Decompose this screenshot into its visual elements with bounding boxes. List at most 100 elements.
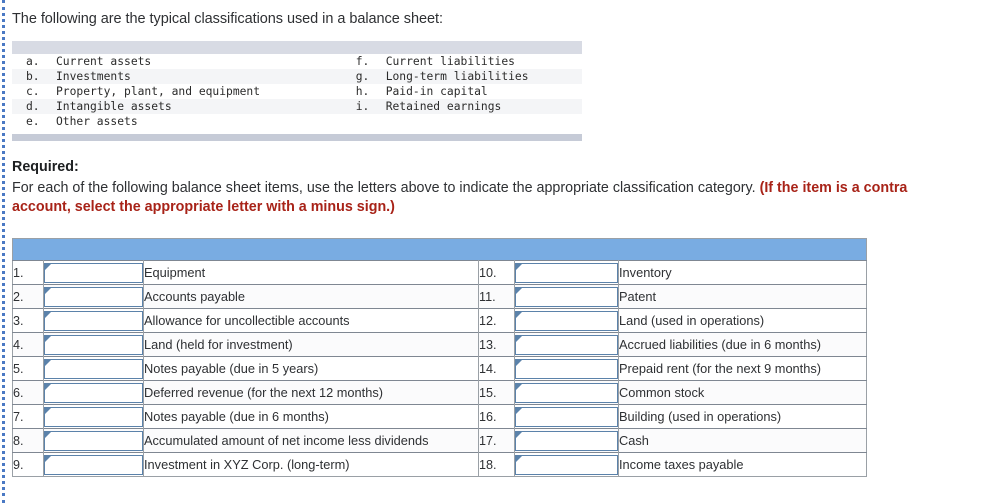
item-description: Patent bbox=[618, 284, 867, 309]
row-number: 10. bbox=[478, 260, 515, 285]
cell-marker-triangle-icon bbox=[516, 287, 522, 294]
answer-input-cell[interactable] bbox=[43, 284, 144, 309]
answer-dropdown-input[interactable] bbox=[515, 334, 618, 355]
legend-item-label: Current liabilities bbox=[385, 55, 515, 68]
row-number: 5. bbox=[12, 356, 44, 381]
item-description: Cash bbox=[618, 428, 867, 453]
row-number: 8. bbox=[12, 428, 44, 453]
answer-dropdown-input[interactable] bbox=[515, 310, 618, 331]
worksheet-page: The following are the typical classifica… bbox=[12, 0, 970, 477]
row-number: 11. bbox=[478, 284, 515, 309]
legend-row: e. Other assets bbox=[12, 114, 582, 129]
cell-marker-triangle-icon bbox=[45, 383, 51, 390]
answer-dropdown-input[interactable] bbox=[515, 382, 618, 403]
legend-bottom-band bbox=[12, 134, 582, 141]
answer-input-cell[interactable] bbox=[514, 260, 619, 285]
answer-input-cell[interactable] bbox=[43, 428, 144, 453]
legend-item-letter: f. bbox=[355, 55, 370, 68]
answer-dropdown-input[interactable] bbox=[515, 406, 618, 427]
table-row: 3. Allowance for uncollectible accounts 12… bbox=[12, 308, 867, 333]
item-description: Investment in XYZ Corp. (long-term) bbox=[143, 452, 479, 477]
item-description: Income taxes payable bbox=[618, 452, 867, 477]
legend-item-right: f. Current liabilities bbox=[356, 54, 582, 69]
legend-item-left: a. Current assets bbox=[12, 54, 356, 69]
answer-dropdown-input[interactable] bbox=[515, 430, 618, 451]
answer-dropdown-input[interactable] bbox=[515, 358, 618, 379]
legend-item-label: Investments bbox=[56, 70, 131, 83]
answer-input-cell[interactable] bbox=[43, 260, 144, 285]
item-description: Inventory bbox=[618, 260, 867, 285]
cell-marker-triangle-icon bbox=[45, 311, 51, 318]
answer-dropdown-input[interactable] bbox=[515, 454, 618, 475]
row-number: 7. bbox=[12, 404, 44, 429]
answer-dropdown-input[interactable] bbox=[44, 406, 143, 427]
page-left-dotted-rule bbox=[2, 0, 5, 503]
legend-item-letter: b. bbox=[26, 70, 40, 83]
legend-item-letter: e. bbox=[26, 115, 40, 128]
cell-marker-triangle-icon bbox=[45, 359, 51, 366]
answer-dropdown-input[interactable] bbox=[44, 454, 143, 475]
legend-item-right: h. Paid-in capital bbox=[356, 84, 582, 99]
legend-item-letter: h. bbox=[355, 85, 370, 98]
legend-row: c. Property, plant, and equipment h. Paid-i… bbox=[12, 84, 582, 99]
answer-input-cell[interactable] bbox=[43, 308, 144, 333]
answer-input-cell[interactable] bbox=[514, 356, 619, 381]
answer-dropdown-input[interactable] bbox=[515, 262, 618, 283]
answer-input-cell[interactable] bbox=[43, 452, 144, 477]
cell-marker-triangle-icon bbox=[45, 287, 51, 294]
legend-item-label: Other assets bbox=[56, 115, 138, 128]
item-description: Equipment bbox=[143, 260, 479, 285]
row-number: 1. bbox=[12, 260, 44, 285]
answer-input-cell[interactable] bbox=[514, 308, 619, 333]
answer-dropdown-input[interactable] bbox=[44, 430, 143, 451]
legend-row: d. Intangible assets i. Retained earnings bbox=[12, 99, 582, 114]
cell-marker-triangle-icon bbox=[45, 455, 51, 462]
answer-dropdown-input[interactable] bbox=[44, 262, 143, 283]
item-description: Deferred revenue (for the next 12 months… bbox=[143, 380, 479, 405]
answer-input-cell[interactable] bbox=[43, 356, 144, 381]
cell-marker-triangle-icon bbox=[516, 455, 522, 462]
answer-dropdown-input[interactable] bbox=[44, 334, 143, 355]
answer-input-cell[interactable] bbox=[514, 284, 619, 309]
item-description: Common stock bbox=[618, 380, 867, 405]
row-number: 14. bbox=[478, 356, 515, 381]
cell-marker-triangle-icon bbox=[516, 383, 522, 390]
cell-marker-triangle-icon bbox=[45, 431, 51, 438]
answer-input-cell[interactable] bbox=[514, 380, 619, 405]
answer-input-cell[interactable] bbox=[514, 404, 619, 429]
answer-dropdown-input[interactable] bbox=[44, 286, 143, 307]
legend-item-letter: d. bbox=[26, 100, 40, 113]
row-number: 13. bbox=[478, 332, 515, 357]
answer-dropdown-input[interactable] bbox=[44, 358, 143, 379]
page-intro-text: The following are the typical classifica… bbox=[12, 11, 443, 27]
legend-item-left: b. Investments bbox=[12, 69, 356, 84]
table-row: 7. Notes payable (due in 6 months) 16. Buil… bbox=[12, 404, 867, 429]
answer-input-cell[interactable] bbox=[514, 428, 619, 453]
legend-item-label: Paid-in capital bbox=[385, 85, 488, 98]
answer-dropdown-input[interactable] bbox=[44, 382, 143, 403]
table-row: 5. Notes payable (due in 5 years) 14. Prepa… bbox=[12, 356, 867, 381]
legend-item-right: i. Retained earnings bbox=[356, 99, 582, 114]
legend-item-letter: i. bbox=[355, 100, 370, 113]
answer-input-cell[interactable] bbox=[514, 332, 619, 357]
answer-input-cell[interactable] bbox=[43, 404, 144, 429]
item-description: Prepaid rent (for the next 9 months) bbox=[618, 356, 867, 381]
answer-table-header-bar bbox=[12, 238, 867, 261]
item-description: Land (used in operations) bbox=[618, 308, 867, 333]
legend-item-left: c. Property, plant, and equipment bbox=[12, 84, 356, 99]
legend-item-left: e. Other assets bbox=[12, 114, 356, 129]
answer-input-cell[interactable] bbox=[43, 332, 144, 357]
item-description: Allowance for uncollectible accounts bbox=[143, 308, 479, 333]
legend-grid: a. Current assets f. Current liabilities b. I… bbox=[12, 54, 582, 129]
answer-input-cell[interactable] bbox=[514, 452, 619, 477]
answer-dropdown-input[interactable] bbox=[44, 310, 143, 331]
cell-marker-triangle-icon bbox=[516, 311, 522, 318]
item-description: Building (used in operations) bbox=[618, 404, 867, 429]
item-description: Land (held for investment) bbox=[143, 332, 479, 357]
answer-dropdown-input[interactable] bbox=[515, 286, 618, 307]
legend-item-right: g. Long-term liabilities bbox=[356, 69, 582, 84]
answer-input-cell[interactable] bbox=[43, 380, 144, 405]
legend-item-label: Property, plant, and equipment bbox=[56, 85, 261, 98]
item-description: Notes payable (due in 5 years) bbox=[143, 356, 479, 381]
table-row: 1. Equipment 10. Inventory bbox=[12, 260, 867, 285]
